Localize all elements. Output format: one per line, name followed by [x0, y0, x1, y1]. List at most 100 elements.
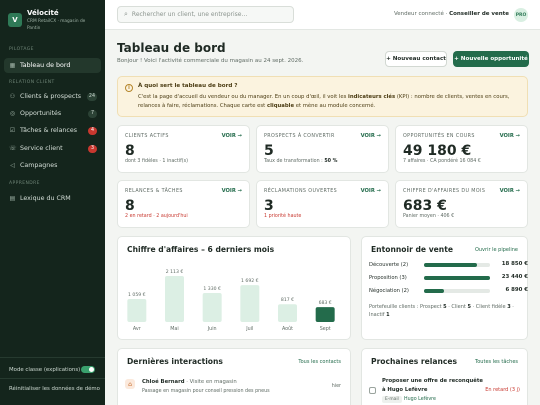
kpi-card-prospects[interactable]: PROSPECTS À CONVERTIR VOIR → 5 Taux de t…: [256, 125, 389, 173]
store-icon: ⌂: [125, 379, 135, 389]
interaction-desc: Passage en magasin pour conseil pression…: [142, 389, 270, 394]
count-badge: 24: [86, 92, 97, 101]
portfolio-count: 1: [386, 312, 390, 318]
kpi-card-reclamations[interactable]: RÉCLAMATIONS OUVERTES VOIR → 3 1 priorit…: [256, 180, 389, 228]
sidebar-item-label: Tableau de bord: [20, 62, 71, 69]
kpi-label: RELANCES & TÂCHES: [125, 189, 183, 194]
x-tick-label: Juil: [245, 326, 253, 332]
kpi-link[interactable]: VOIR →: [222, 188, 242, 194]
pipeline-stage[interactable]: Négociation (2) 6 890 €: [369, 287, 528, 296]
bar-juil[interactable]: [240, 285, 260, 322]
new-contact-button[interactable]: + Nouveau contact: [385, 51, 447, 67]
bar-value-label: 817 €: [281, 297, 294, 303]
info-text-part: C'est la page d'accueil du vendeur ou du…: [138, 94, 349, 100]
kpi-card-relances[interactable]: RELANCES & TÂCHES VOIR → 8 2 en retard ·…: [117, 180, 250, 228]
task-checkbox[interactable]: [369, 387, 376, 394]
sidebar: V Vélocité CRM RetailCX · magasin de Pan…: [0, 0, 105, 405]
all-contacts-link[interactable]: Tous les contacts: [298, 359, 341, 365]
task-channel-tag: E-mail: [382, 396, 402, 403]
bar-value-label: 1 059 €: [128, 292, 146, 298]
kpi-sub: 2 en retard · 2 aujourd'hui: [125, 214, 188, 219]
kpi-label: RÉCLAMATIONS OUVERTES: [264, 189, 338, 194]
stage-track: [424, 276, 490, 280]
kpi-card-clients[interactable]: CLIENTS ACTIFS VOIR → 8 dont 3 fidèles ·…: [117, 125, 250, 173]
task-contact: à Hugo Lefèvre: [382, 387, 428, 393]
headset-icon: ☏: [9, 145, 17, 152]
sidebar-item-taches[interactable]: ☑ Tâches & relances 4: [4, 123, 101, 138]
sidebar-item-label: Opportunités: [20, 110, 62, 117]
avatar[interactable]: PRO: [514, 8, 528, 22]
info-text-part: et mène au module concerné.: [294, 102, 376, 109]
users-icon: ⚇: [9, 93, 16, 100]
kpi-sub: dont 3 fidèles · 1 inactif(s): [125, 159, 189, 164]
pipeline-title: Entonnoir de vente: [371, 245, 453, 254]
task-title[interactable]: Proposer une offre de reconquête: [382, 378, 483, 384]
megaphone-icon: ◁: [10, 162, 15, 169]
section-pilotage: PILOTAGE: [9, 47, 34, 52]
task-contact-link[interactable]: Hugo Lefèvre: [404, 397, 436, 402]
interactions-card: Dernières interactions Tous les contacts…: [117, 348, 351, 405]
kpi-label: PROSPECTS À CONVERTIR: [264, 134, 335, 139]
connected-user: Vendeur connecté · Conseiller de vente: [394, 11, 509, 17]
portfolio-text: Portefeuille clients : Prospect: [369, 304, 444, 310]
app-subtitle-line1: CRM RetailCX · magasin de: [27, 19, 86, 24]
revenue-chart: 1 059 € Avr 2 113 € Mai 1 330 € Juin 1 692 € Ju…: [127, 269, 335, 332]
divider: [0, 357, 105, 358]
search-input[interactable]: ⌕ Rechercher un client, une entreprise…: [117, 6, 294, 23]
open-pipeline-link[interactable]: Ouvrir le pipeline: [475, 247, 518, 253]
interaction-type: · Visite en magasin: [184, 379, 237, 385]
pipeline-stage[interactable]: Proposition (3) 23 440 €: [369, 274, 528, 283]
info-icon: i: [125, 84, 133, 92]
all-tasks-link[interactable]: Toutes les tâches: [475, 359, 518, 365]
sidebar-item-clients[interactable]: ⚇ Clients & prospects 24: [4, 89, 101, 104]
pipeline-card: Entonnoir de vente Ouvrir le pipeline Dé…: [361, 236, 528, 340]
info-banner: i À quoi sert le tableau de bord ? C'est…: [117, 76, 528, 117]
stage-track: [424, 289, 490, 293]
interaction-item[interactable]: Chloé Bernard · Visite en magasin: [142, 379, 237, 385]
kpi-link[interactable]: VOIR →: [361, 188, 381, 194]
info-title: À quoi sert le tableau de bord ?: [138, 83, 238, 89]
bar-sept[interactable]: [315, 307, 335, 322]
kpi-link[interactable]: VOIR →: [361, 133, 381, 139]
bar-avr[interactable]: [127, 298, 147, 322]
bar-mai[interactable]: [165, 276, 184, 322]
sidebar-item-service[interactable]: ☏ Service client 3: [4, 141, 101, 156]
new-opportunity-button[interactable]: + Nouvelle opportunité: [453, 51, 529, 67]
sidebar-item-label: Campagnes: [20, 162, 58, 169]
x-tick-label: Juin: [207, 326, 217, 332]
stage-fill: [424, 263, 477, 267]
portfolio-text: · Client: [446, 304, 468, 310]
kpi-link[interactable]: VOIR →: [222, 133, 242, 139]
stage-value: 23 440 €: [501, 274, 528, 280]
kpi-value: 683 €: [403, 198, 447, 214]
kpi-value: 5: [264, 143, 274, 159]
pipeline-stage[interactable]: Découverte (2) 18 850 €: [369, 261, 528, 270]
kpi-link[interactable]: VOIR →: [500, 188, 520, 194]
sidebar-item-opportunites[interactable]: ◎ Opportunités 7: [4, 106, 101, 121]
sidebar-item-lexique[interactable]: ▤ Lexique du CRM: [4, 191, 101, 206]
x-tick-label: Août: [282, 325, 293, 332]
reset-demo-button[interactable]: Réinitialiser les données de démo: [9, 386, 100, 392]
sidebar-item-dashboard[interactable]: ▦ Tableau de bord: [4, 58, 101, 73]
kpi-card-opportunites[interactable]: OPPORTUNITÉS EN COURS VOIR → 49 180 € 7 …: [395, 125, 528, 173]
kpi-link[interactable]: VOIR →: [500, 133, 520, 139]
bar-value-label: 1 692 €: [241, 278, 259, 284]
kpi-card-ca-mois[interactable]: CHIFFRE D'AFFAIRES DU MOIS VOIR → 683 € …: [395, 180, 528, 228]
bar-juin[interactable]: [202, 293, 222, 322]
interaction-time: hier: [331, 384, 341, 389]
mode-toggle[interactable]: [81, 366, 95, 373]
section-relation: RELATION CLIENT: [9, 80, 55, 85]
stage-label: Découverte (2): [369, 262, 409, 268]
sidebar-item-label: Lexique du CRM: [20, 195, 71, 202]
bar-août[interactable]: [278, 304, 297, 322]
search-placeholder: Rechercher un client, une entreprise…: [131, 11, 248, 18]
relances-card: Prochaines relances Toutes les tâches Pr…: [361, 348, 528, 405]
kpi-sub: 1 priorité haute: [264, 214, 302, 219]
interaction-contact: Chloé Bernard: [142, 379, 185, 385]
kpi-value: 8: [125, 198, 135, 214]
sidebar-item-campagnes[interactable]: ◁ Campagnes: [4, 158, 101, 173]
info-text: C'est la page d'accueil du vendeur ou du…: [138, 93, 523, 110]
count-badge: 4: [88, 126, 97, 135]
stage-value: 6 890 €: [505, 287, 528, 293]
divider: [0, 378, 105, 379]
